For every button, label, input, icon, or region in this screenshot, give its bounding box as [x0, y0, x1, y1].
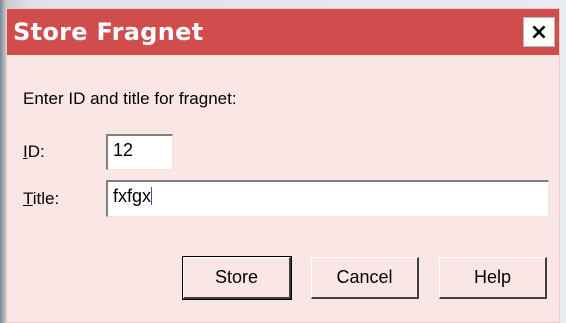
title-label: Title:	[23, 189, 59, 209]
cancel-button[interactable]: Cancel	[311, 257, 419, 299]
help-button[interactable]: Help	[439, 257, 547, 299]
title-field[interactable]: fxfgx	[106, 180, 549, 217]
dialog-title: Store Fragnet	[13, 18, 204, 46]
id-field-value: 12	[113, 140, 134, 160]
title-label-mnemonic: T	[23, 189, 33, 208]
id-label-rest: D:	[27, 142, 45, 161]
close-icon: ×	[529, 19, 549, 45]
title-bar[interactable]: Store Fragnet ×	[7, 9, 559, 55]
store-button[interactable]: Store	[182, 256, 292, 300]
prompt-text: Enter ID and title for fragnet:	[23, 89, 237, 108]
text-caret	[151, 187, 153, 205]
title-field-value: fxfgx	[113, 186, 152, 206]
store-fragnet-dialog: Store Fragnet × Enter ID and title for f…	[6, 8, 560, 323]
id-label: ID:	[23, 142, 45, 162]
title-label-rest: itle:	[32, 189, 60, 208]
id-field[interactable]: 12	[106, 134, 173, 170]
close-button[interactable]: ×	[523, 17, 555, 47]
